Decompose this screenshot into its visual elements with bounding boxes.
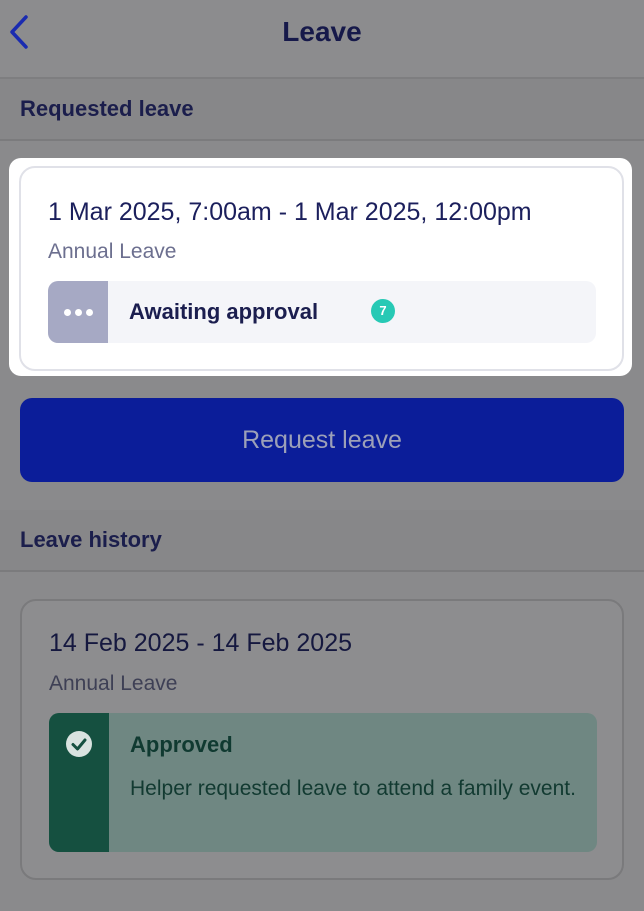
page-title: Leave: [282, 16, 362, 47]
top-bar: Leave: [0, 0, 644, 79]
more-dots-icon: [63, 308, 93, 316]
leave-type: Annual Leave: [48, 240, 177, 263]
highlighted-card-frame: 1 Mar 2025, 7:00am - 1 Mar 2025, 12:00pm…: [9, 158, 632, 376]
pending-status-strip: [48, 281, 108, 343]
status-label: Awaiting approval: [129, 299, 319, 324]
requested-leave-section-header: Requested leave: [0, 79, 644, 141]
approved-status-strip: [49, 713, 109, 852]
pending-leave-card[interactable]: 1 Mar 2025, 7:00am - 1 Mar 2025, 12:00pm…: [19, 166, 624, 371]
leave-date-range: 14 Feb 2025 - 14 Feb 2025: [49, 629, 353, 657]
history-leave-card[interactable]: 14 Feb 2025 - 14 Feb 2025 Annual Leave A…: [20, 599, 624, 880]
notification-badge: 7: [371, 299, 395, 323]
approved-status-box: Approved Helper requested leave to atten…: [49, 713, 597, 852]
leave-date-range: 1 Mar 2025, 7:00am - 1 Mar 2025, 12:00pm: [48, 198, 532, 226]
leave-note: Helper requested leave to attend a famil…: [130, 777, 576, 800]
leave-type: Annual Leave: [49, 672, 178, 695]
leave-history-section-header: Leave history: [0, 510, 644, 572]
status-label: Approved: [130, 732, 233, 757]
pending-status-box: Awaiting approval 7: [48, 281, 596, 343]
check-circle-icon: [66, 731, 92, 757]
requested-leave-label: Requested leave: [20, 96, 194, 121]
request-leave-button[interactable]: Request leave: [20, 398, 624, 482]
leave-history-label: Leave history: [20, 527, 162, 552]
